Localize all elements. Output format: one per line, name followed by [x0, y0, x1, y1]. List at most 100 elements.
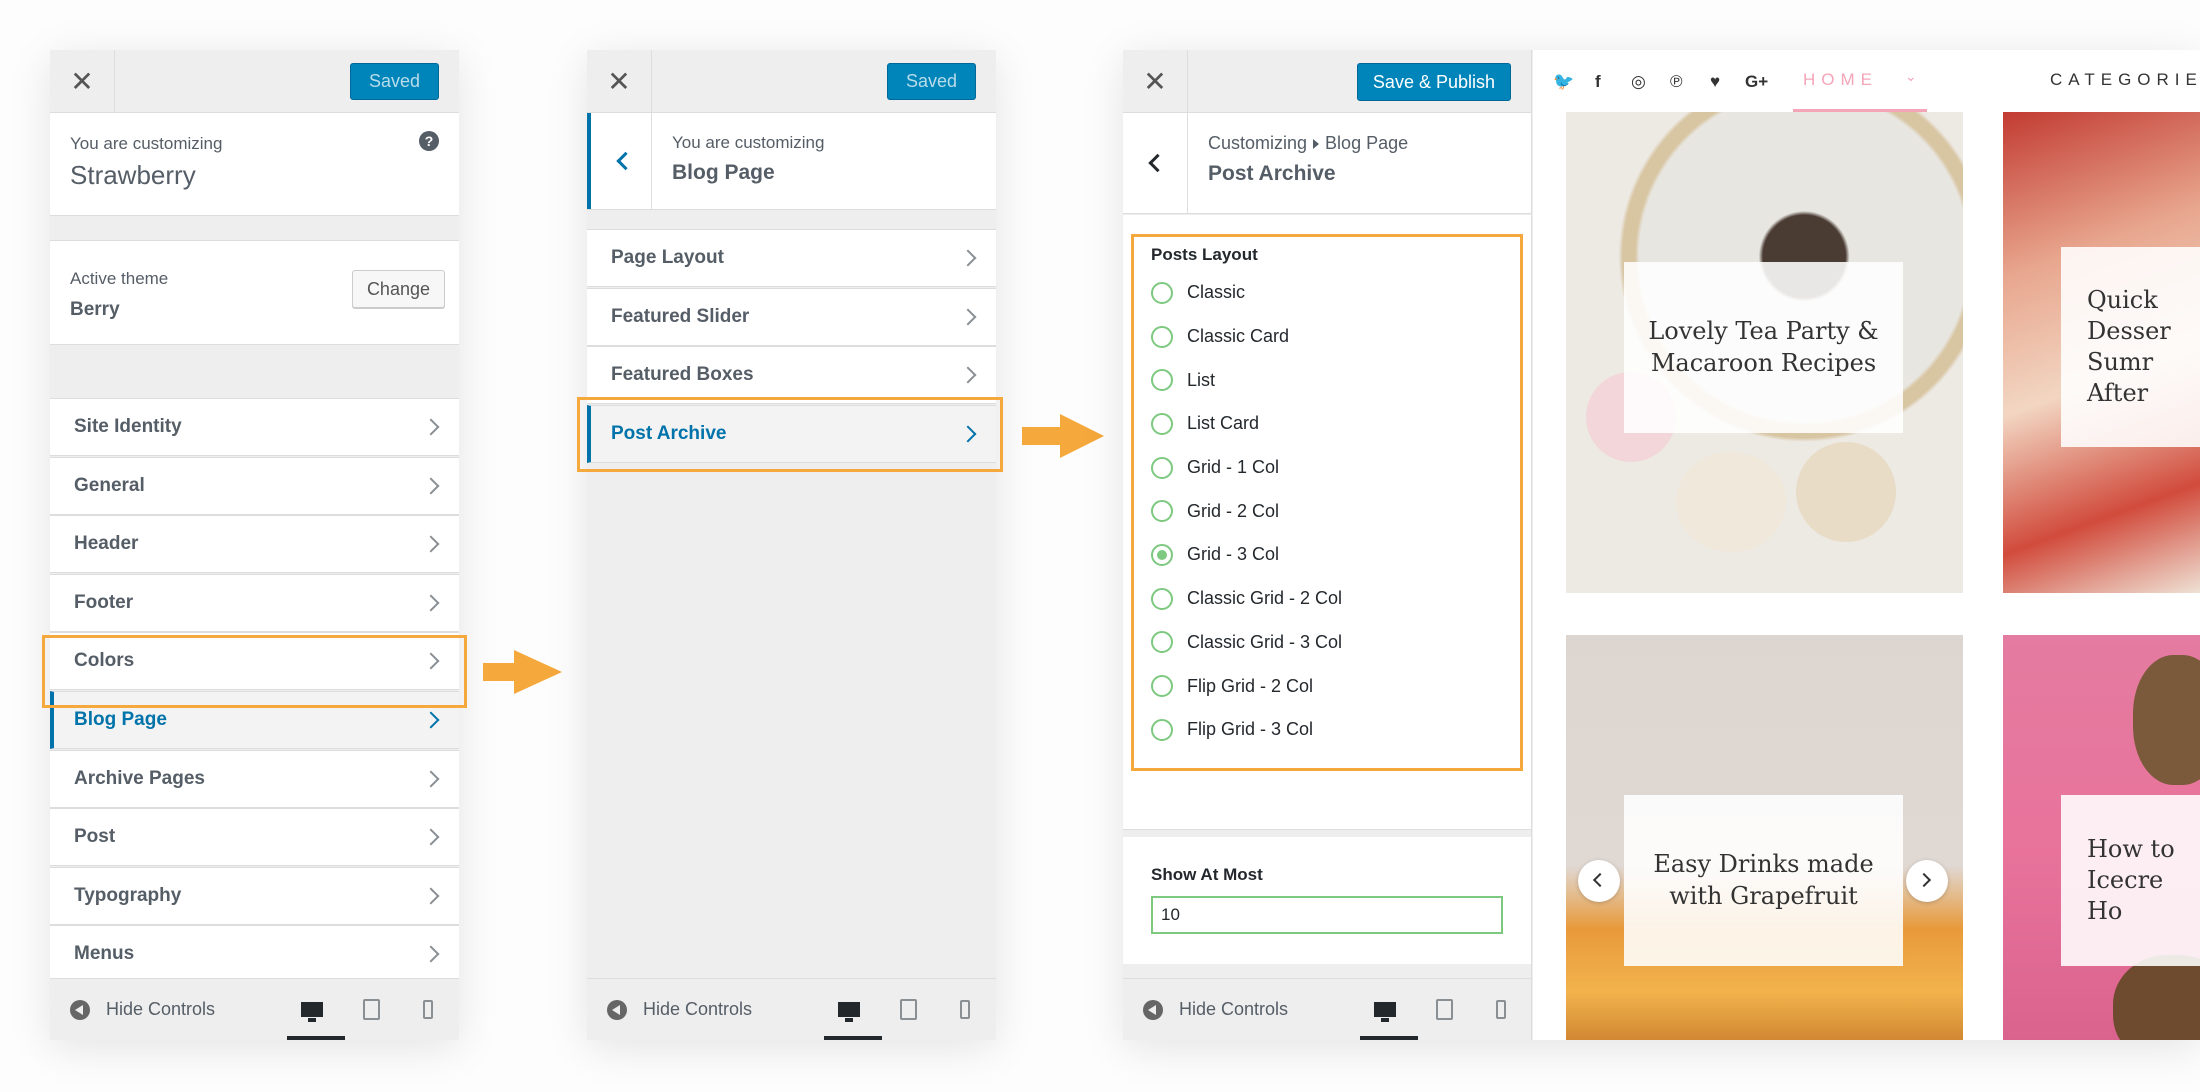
hide-controls-button[interactable]: Hide Controls — [1143, 999, 1288, 1020]
sidebar-item-typography[interactable]: Typography — [50, 866, 459, 925]
hide-controls-button[interactable]: Hide Controls — [607, 999, 752, 1020]
pinterest-icon[interactable]: ℗ — [1670, 72, 1683, 92]
radio-button[interactable] — [1151, 543, 1173, 566]
desktop-preview-icon[interactable] — [1371, 996, 1399, 1022]
layout-option-flip-grid-3-col[interactable]: Flip Grid - 3 Col — [1151, 708, 1342, 752]
radio-button[interactable] — [1151, 587, 1173, 610]
saved-button[interactable]: Saved — [886, 63, 976, 100]
chevron-right-icon — [422, 945, 440, 963]
sidebar-item-featured-boxes[interactable]: Featured Boxes — [587, 346, 996, 405]
nav-home[interactable]: HOME — [1803, 70, 1878, 90]
post-card[interactable]: Easy Drinks made with Grapefruit — [1566, 635, 1963, 1040]
layout-option-label: Flip Grid - 3 Col — [1187, 719, 1314, 740]
layout-option-grid-2-col[interactable]: Grid - 2 Col — [1151, 489, 1342, 533]
tablet-preview-icon[interactable] — [894, 996, 922, 1022]
sidebar-item-archive-pages[interactable]: Archive Pages — [50, 749, 459, 808]
radio-button[interactable] — [1151, 412, 1173, 435]
tablet-preview-icon[interactable] — [357, 996, 385, 1022]
change-theme-button[interactable]: Change — [351, 270, 445, 308]
post-title: Quick Desser Sumr After — [2061, 247, 2200, 447]
chevron-right-icon — [959, 425, 977, 443]
sidebar-item-label: Footer — [74, 591, 134, 613]
sidebar-item-label: Site Identity — [74, 416, 182, 437]
slider-next-button[interactable] — [1906, 860, 1948, 902]
layout-option-label: Classic Card — [1187, 326, 1290, 347]
radio-button[interactable] — [1151, 718, 1173, 741]
close-icon[interactable]: ✕ — [1123, 50, 1188, 113]
mobile-preview-icon[interactable] — [414, 996, 442, 1022]
posts-layout-label: Posts Layout — [1151, 245, 1258, 264]
layout-option-classic-grid-3-col[interactable]: Classic Grid - 3 Col — [1151, 621, 1342, 665]
layout-option-flip-grid-2-col[interactable]: Flip Grid - 2 Col — [1151, 664, 1342, 708]
radio-button[interactable] — [1151, 500, 1173, 523]
layout-option-label: Grid - 2 Col — [1187, 500, 1280, 521]
customizer-panel-main: ✕ Saved You are customizing Strawberry ?… — [50, 50, 459, 1040]
close-icon[interactable]: ✕ — [50, 50, 115, 113]
heart-icon[interactable]: ♥ — [1710, 72, 1720, 92]
google-plus-icon[interactable]: G+ — [1745, 72, 1768, 92]
sidebar-item-header[interactable]: Header — [50, 515, 459, 574]
desktop-preview-icon[interactable] — [298, 996, 326, 1022]
radio-button[interactable] — [1151, 456, 1173, 479]
layout-option-list[interactable]: List — [1151, 358, 1342, 402]
post-title: Lovely Tea Party & Macaroon Recipes — [1624, 262, 1903, 433]
macaron-image — [1676, 452, 1786, 552]
mobile-preview-icon[interactable] — [951, 996, 979, 1022]
sidebar-item-site-identity[interactable]: Site Identity — [50, 398, 459, 456]
saved-button[interactable]: Saved — [349, 63, 439, 100]
sidebar-item-blog-page[interactable]: Blog Page — [50, 691, 459, 749]
twitter-icon[interactable]: 🐦 — [1553, 72, 1574, 92]
back-button[interactable] — [1123, 113, 1188, 213]
sidebar-item-featured-slider[interactable]: Featured Slider — [587, 287, 996, 346]
chevron-right-icon — [422, 535, 440, 553]
caret-right-icon — [1313, 138, 1320, 149]
post-card[interactable]: Lovely Tea Party & Macaroon Recipes — [1566, 112, 1963, 593]
layout-option-classic[interactable]: Classic — [1151, 271, 1342, 315]
sidebar-item-general[interactable]: General — [50, 456, 459, 515]
layout-option-grid-3-col[interactable]: Grid - 3 Col — [1151, 533, 1342, 577]
layout-option-list-card[interactable]: List Card — [1151, 402, 1342, 446]
sidebar-item-footer[interactable]: Footer — [50, 573, 459, 632]
tablet-preview-icon[interactable] — [1430, 996, 1458, 1022]
sidebar-item-menus[interactable]: Menus — [50, 925, 459, 984]
show-at-most-input[interactable]: 10 — [1151, 896, 1503, 934]
radio-button[interactable] — [1151, 281, 1173, 304]
layout-option-label: Grid - 1 Col — [1187, 457, 1280, 478]
layout-option-classic-grid-2-col[interactable]: Classic Grid - 2 Col — [1151, 577, 1342, 621]
back-button[interactable] — [587, 113, 652, 209]
sidebar-item-post-archive[interactable]: Post Archive — [587, 404, 996, 463]
show-at-most-section: Show At Most 10 — [1123, 837, 1531, 964]
help-icon[interactable]: ? — [419, 131, 439, 151]
chevron-right-icon — [422, 652, 440, 670]
save-publish-button[interactable]: Save & Publish — [1356, 63, 1511, 101]
sidebar-item-page-layout[interactable]: Page Layout — [587, 229, 996, 287]
desktop-preview-icon[interactable] — [835, 996, 863, 1022]
section-title: Blog Page — [672, 161, 775, 184]
post-card[interactable]: Quick Desser Sumr After — [2003, 112, 2200, 593]
sidebar-item-post[interactable]: Post — [50, 808, 459, 867]
nav-categories[interactable]: CATEGORIES — [2050, 70, 2200, 90]
layout-option-classic-card[interactable]: Classic Card — [1151, 315, 1342, 359]
close-icon[interactable]: ✕ — [587, 50, 652, 113]
post-card[interactable]: How to Icecre Ho — [2003, 635, 2200, 1040]
post-title: How to Icecre Ho — [2061, 795, 2200, 966]
hide-controls-button[interactable]: Hide Controls — [70, 999, 215, 1020]
radio-button[interactable] — [1151, 675, 1173, 698]
mobile-preview-icon[interactable] — [1487, 996, 1515, 1022]
radio-button[interactable] — [1151, 369, 1173, 392]
chevron-down-icon: ⌄ — [1905, 68, 1917, 84]
slider-prev-button[interactable] — [1578, 860, 1620, 902]
radio-button[interactable] — [1151, 325, 1173, 348]
customizing-info: You are customizing Strawberry ? — [50, 113, 459, 216]
chevron-left-icon — [1148, 153, 1167, 173]
hand-image — [2133, 655, 2200, 785]
instagram-icon[interactable]: ◎ — [1631, 72, 1646, 92]
facebook-icon[interactable]: f — [1595, 72, 1601, 92]
layout-option-grid-1-col[interactable]: Grid - 1 Col — [1151, 446, 1342, 490]
sidebar-item-colors[interactable]: Colors — [50, 632, 459, 691]
sidebar-item-label: Typography — [74, 884, 182, 906]
customizing-label: You are customizing — [70, 134, 223, 153]
layout-option-label: Grid - 3 Col — [1187, 544, 1280, 565]
radio-button[interactable] — [1151, 631, 1173, 654]
post-title: Easy Drinks made with Grapefruit — [1624, 795, 1903, 966]
